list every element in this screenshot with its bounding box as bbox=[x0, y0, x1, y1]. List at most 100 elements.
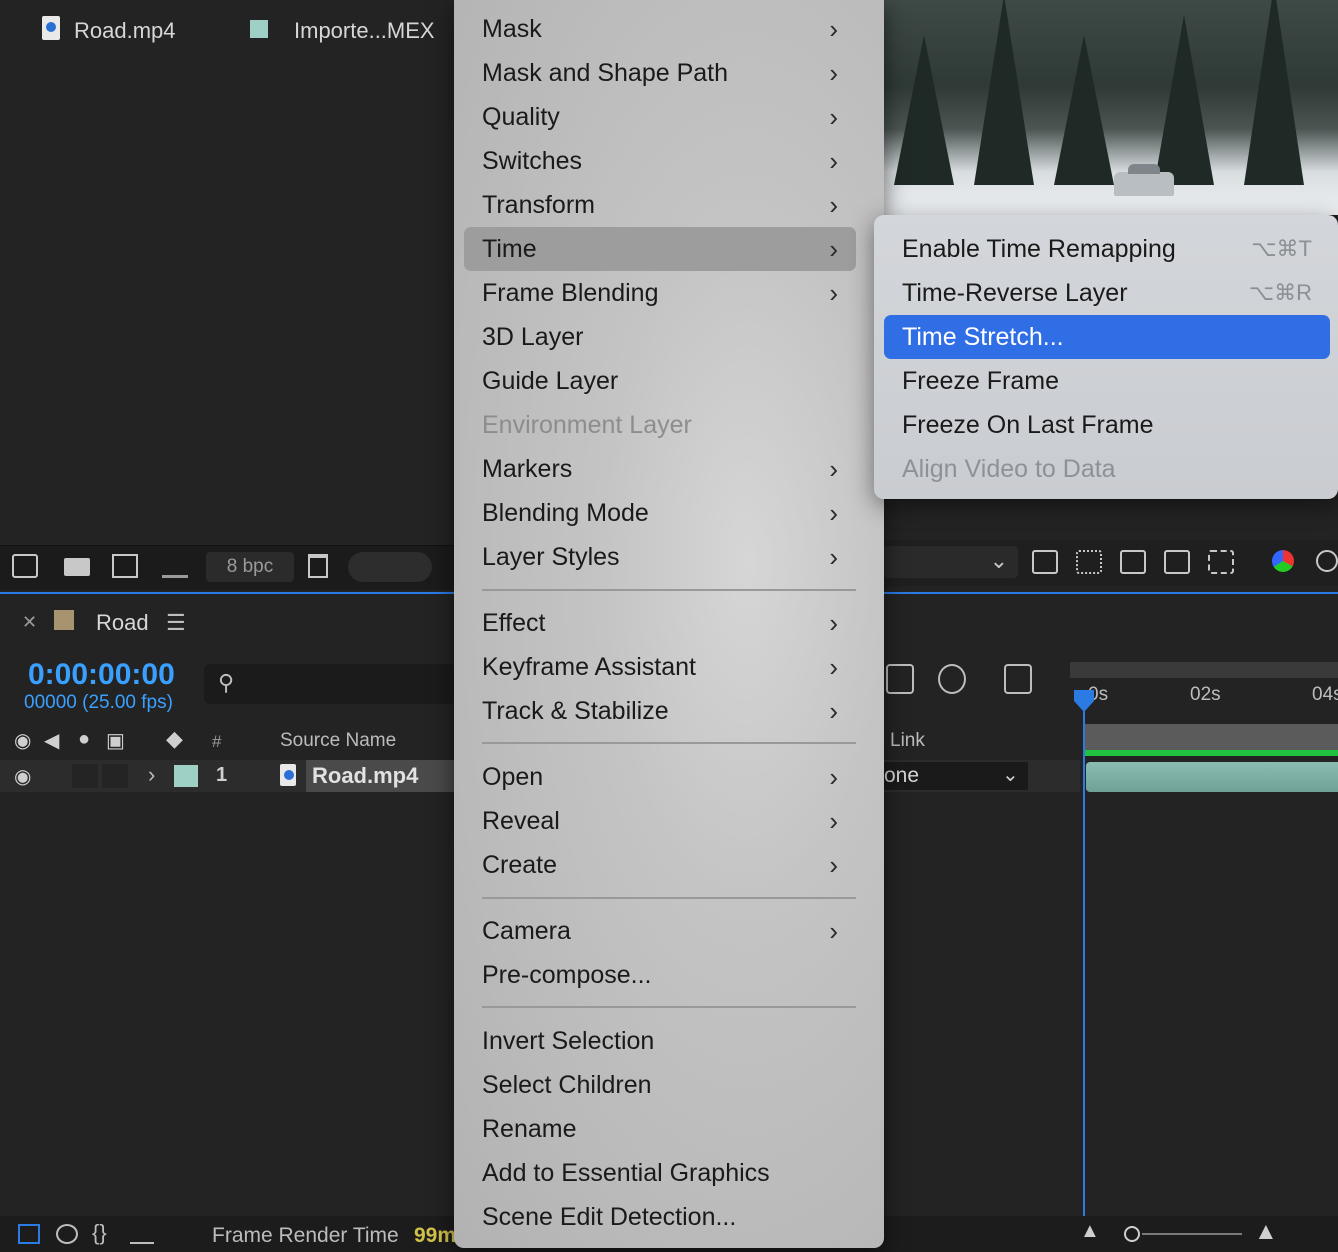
motion-blur-icon[interactable] bbox=[938, 664, 966, 694]
frame-blending-icon[interactable] bbox=[886, 664, 914, 694]
menu-item-mask-and-shape-path[interactable]: Mask and Shape Path › bbox=[464, 51, 856, 95]
menu-item-3d-layer[interactable]: 3D Layer bbox=[464, 315, 856, 359]
submenu-item-enable-time-remapping[interactable]: Enable Time Remapping ⌥⌘T bbox=[884, 227, 1330, 271]
solo-switch[interactable] bbox=[72, 764, 98, 788]
menu-item-time[interactable]: Time › bbox=[464, 227, 856, 271]
in-out-icon[interactable]: {} bbox=[92, 1220, 107, 1246]
submenu-item-label: Enable Time Remapping bbox=[902, 235, 1176, 263]
menu-item-label: Scene Edit Detection... bbox=[482, 1203, 737, 1231]
chevron-right-icon: › bbox=[829, 696, 838, 726]
menu-item-create[interactable]: Create › bbox=[464, 843, 856, 887]
transparency-grid-icon[interactable] bbox=[1076, 550, 1102, 574]
chevron-right-icon: › bbox=[829, 14, 838, 44]
menu-item-pre-compose[interactable]: Pre-compose... bbox=[464, 953, 856, 997]
comp-name[interactable]: Road bbox=[96, 610, 149, 636]
layer-context-menu: Mask › Mask and Shape Path › Quality › Switche… bbox=[454, 0, 884, 1248]
parent-dropdown[interactable]: one ⌄ bbox=[884, 762, 1028, 790]
viewer-dropdown[interactable]: ⌄ bbox=[884, 546, 1018, 578]
color-depth-button[interactable]: 8 bpc bbox=[206, 552, 294, 582]
exposure-icon[interactable] bbox=[1316, 550, 1338, 572]
new-composition-icon[interactable] bbox=[112, 554, 138, 578]
eye-icon[interactable]: ◉ bbox=[14, 728, 31, 753]
menu-item-label: 3D Layer bbox=[482, 323, 584, 351]
label-tag-icon[interactable]: ◆ bbox=[166, 726, 183, 752]
layer-name[interactable]: Road.mp4 bbox=[312, 763, 418, 789]
project-panel: Road.mp4 Importe...MEX 8 bpc bbox=[0, 0, 456, 592]
solo-icon[interactable]: ● bbox=[78, 728, 90, 751]
submenu-item-freeze-on-last-frame[interactable]: Freeze On Last Frame bbox=[884, 403, 1330, 447]
lock-switch[interactable] bbox=[102, 764, 128, 788]
menu-item-reveal[interactable]: Reveal › bbox=[464, 799, 856, 843]
chevron-down-icon: ⌄ bbox=[989, 548, 1008, 573]
menu-item-blending-mode[interactable]: Blending Mode › bbox=[464, 491, 856, 535]
chevron-right-icon: › bbox=[829, 190, 838, 220]
chevron-right-icon: › bbox=[829, 58, 838, 88]
time-ruler[interactable]: 0s 02s 04s bbox=[1070, 654, 1338, 724]
column-source-name[interactable]: Source Name bbox=[280, 730, 396, 752]
menu-item-rename[interactable]: Rename bbox=[464, 1107, 856, 1151]
menu-item-label: Add to Essential Graphics bbox=[482, 1159, 770, 1187]
layer-visibility-icon[interactable]: ◉ bbox=[14, 764, 31, 789]
transfer-controls-icon[interactable] bbox=[56, 1224, 78, 1244]
trash-icon[interactable] bbox=[308, 554, 328, 578]
menu-item-transform[interactable]: Transform › bbox=[464, 183, 856, 227]
audio-icon[interactable]: ◀ bbox=[44, 728, 59, 753]
menu-item-mask[interactable]: Mask › bbox=[464, 7, 856, 51]
menu-item-label: Select Children bbox=[482, 1071, 652, 1099]
layer-duration-bar[interactable] bbox=[1086, 762, 1338, 792]
menu-item-track-stabilize[interactable]: Track & Stabilize › bbox=[464, 689, 856, 733]
menu-item-effect[interactable]: Effect › bbox=[464, 601, 856, 645]
menu-item-markers[interactable]: Markers › bbox=[464, 447, 856, 491]
composition-preview[interactable] bbox=[884, 0, 1338, 215]
menu-item-scene-edit-detection[interactable]: Scene Edit Detection... bbox=[464, 1195, 856, 1239]
zoom-out-icon[interactable]: ▲ bbox=[1080, 1220, 1100, 1243]
current-time-indicator[interactable] bbox=[1083, 694, 1085, 1252]
layer-label-swatch[interactable] bbox=[174, 765, 198, 787]
menu-item-camera[interactable]: Camera › bbox=[464, 909, 856, 953]
menu-item-quality[interactable]: Quality › bbox=[464, 95, 856, 139]
lock-icon[interactable]: ▣ bbox=[106, 728, 125, 753]
graph-editor-icon[interactable] bbox=[1004, 664, 1032, 694]
region-of-interest-icon[interactable] bbox=[1164, 550, 1190, 574]
chevron-right-icon[interactable]: › bbox=[148, 762, 155, 788]
footage-icon bbox=[280, 764, 296, 786]
menu-item-add-to-essential-graphics[interactable]: Add to Essential Graphics bbox=[464, 1151, 856, 1195]
label-color-swatch[interactable] bbox=[250, 20, 268, 38]
new-folder-icon[interactable] bbox=[64, 558, 90, 576]
menu-item-keyframe-assistant[interactable]: Keyframe Assistant › bbox=[464, 645, 856, 689]
layer-switches-icon[interactable] bbox=[18, 1224, 40, 1244]
submenu-item-freeze-frame[interactable]: Freeze Frame bbox=[884, 359, 1330, 403]
render-time-icon[interactable] bbox=[130, 1224, 154, 1244]
menu-item-switches[interactable]: Switches › bbox=[464, 139, 856, 183]
frame-render-value: 99m bbox=[414, 1224, 457, 1247]
zoom-slider-track[interactable] bbox=[1142, 1233, 1242, 1235]
viewer-toolbar: ⌄ bbox=[884, 540, 1338, 586]
channel-icon[interactable] bbox=[1272, 550, 1294, 572]
zoom-in-icon[interactable]: ▲ bbox=[1254, 1218, 1278, 1246]
menu-item-select-children[interactable]: Select Children bbox=[464, 1063, 856, 1107]
project-settings-icon[interactable] bbox=[162, 554, 188, 578]
mask-path-icon[interactable] bbox=[1120, 550, 1146, 574]
project-search-pill[interactable] bbox=[348, 552, 432, 582]
layer-search-input[interactable]: ⚲ bbox=[204, 664, 456, 704]
interpret-footage-icon[interactable] bbox=[12, 554, 38, 578]
submenu-item-time-reverse-layer[interactable]: Time-Reverse Layer ⌥⌘R bbox=[884, 271, 1330, 315]
menu-item-frame-blending[interactable]: Frame Blending › bbox=[464, 271, 856, 315]
time-navigator-bar[interactable] bbox=[1070, 662, 1338, 678]
menu-item-label: Reveal bbox=[482, 807, 560, 835]
project-item-name[interactable]: Road.mp4 bbox=[74, 18, 176, 44]
submenu-item-align-video-to-data: Align Video to Data bbox=[884, 447, 1330, 491]
menu-item-open[interactable]: Open › bbox=[464, 755, 856, 799]
menu-item-guide-layer[interactable]: Guide Layer bbox=[464, 359, 856, 403]
panel-menu-icon[interactable]: ☰ bbox=[166, 610, 186, 636]
column-parent-link[interactable]: Link bbox=[890, 730, 925, 752]
zoom-slider-handle[interactable] bbox=[1124, 1226, 1140, 1242]
menu-item-layer-styles[interactable]: Layer Styles › bbox=[464, 535, 856, 579]
current-timecode[interactable]: 0:00:00:00 bbox=[28, 658, 175, 692]
submenu-item-time-stretch[interactable]: Time Stretch... bbox=[884, 315, 1330, 359]
menu-item-invert-selection[interactable]: Invert Selection bbox=[464, 1019, 856, 1063]
menu-item-label: Pre-compose... bbox=[482, 961, 652, 989]
close-icon[interactable]: ✕ bbox=[22, 612, 37, 633]
fast-previews-icon[interactable] bbox=[1032, 550, 1058, 574]
grid-guides-icon[interactable] bbox=[1208, 550, 1234, 574]
